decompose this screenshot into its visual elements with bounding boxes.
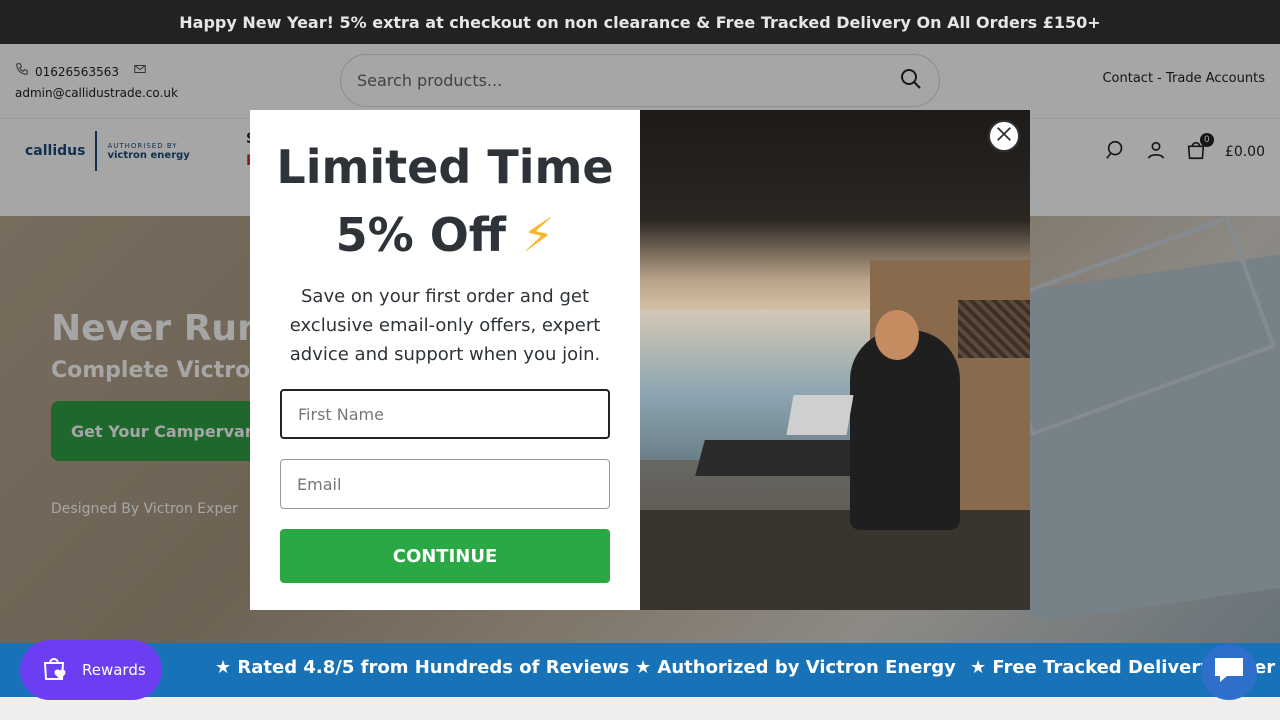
rewards-label: Rewards [82,661,146,679]
first-name-field[interactable] [280,389,610,439]
popup-photo [640,110,1030,610]
popup-form-panel: Limited Time 5% Off ⚡ Save on your first… [250,110,640,610]
lightning-icon: ⚡ [522,208,555,262]
page-content-below [0,697,1280,720]
marquee-item: er [1254,657,1276,678]
rewards-button[interactable]: Rewards [20,640,162,700]
signup-popup: Limited Time 5% Off ⚡ Save on your first… [250,110,1030,610]
popup-title: Limited Time [276,140,614,194]
reviews-marquee: d ★ Rated 4.8/5 from Hundreds of Reviews… [0,643,1280,697]
photo-laptop [786,395,854,435]
marquee-item: ★ Rated 4.8/5 from Hundreds of Reviews [215,657,630,678]
popup-offer: 5% Off ⚡ [250,208,640,262]
marquee-item: ★ Authorized by Victron Energy [635,657,956,678]
announcement-text: Happy New Year! 5% extra at checkout on … [179,12,1101,32]
marquee-item: ★ Free Tracked Delivery o [970,657,1231,678]
close-button[interactable] [988,120,1020,152]
popup-offer-text: 5% Off [335,208,507,262]
shopping-bag-heart-icon [40,653,70,687]
photo-person [850,330,960,530]
email-field[interactable] [280,459,610,509]
photo-head [875,310,919,360]
photo-vent [958,300,1030,358]
chat-icon [1213,656,1245,688]
chat-button[interactable] [1201,644,1257,700]
photo-floor [640,510,1030,610]
close-icon[interactable] [995,125,1013,147]
photo-sea [640,310,870,460]
continue-button[interactable]: CONTINUE [280,529,610,583]
announcement-bar: Happy New Year! 5% extra at checkout on … [0,0,1280,44]
popup-description: Save on your first order and get exclusi… [289,286,601,365]
